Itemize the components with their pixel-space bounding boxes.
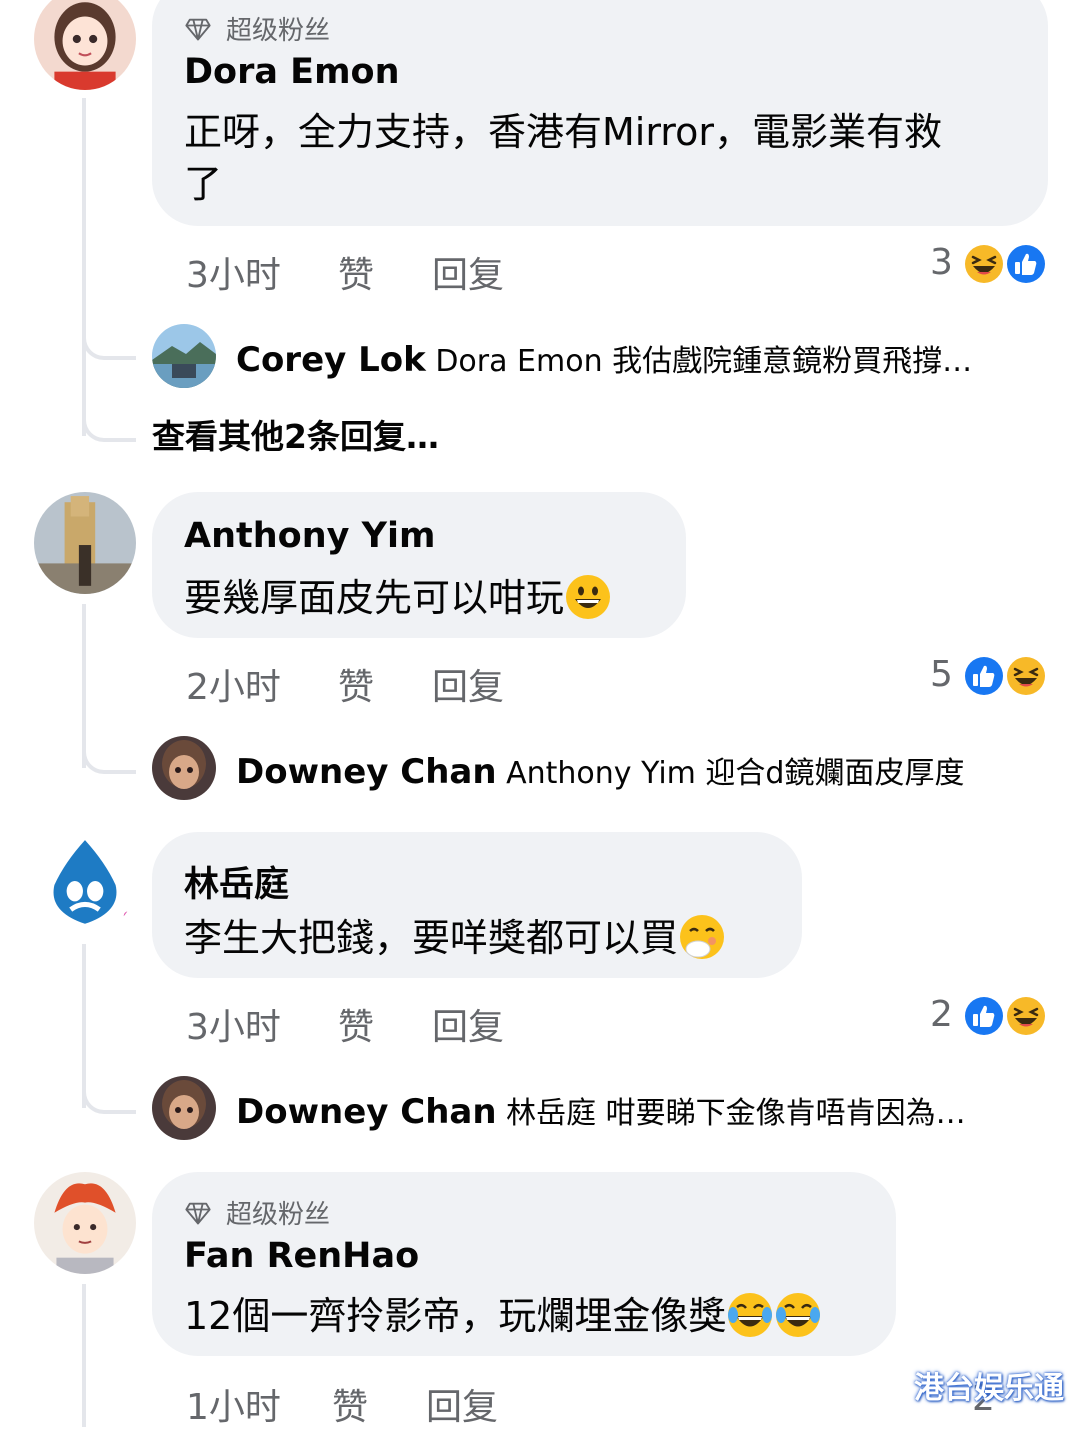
laugh-icon[interactable] xyxy=(1004,994,1048,1038)
comment-time: 3小时 xyxy=(186,1007,281,1048)
diamond-icon xyxy=(185,18,211,40)
badge-label: 超级粉丝 xyxy=(226,16,331,46)
diamond-icon xyxy=(185,1202,211,1224)
avatar-corey-lok[interactable] xyxy=(152,324,216,388)
comment-text: 李生大把錢，要咩獎都可以買 xyxy=(184,912,726,964)
view-more-replies-link[interactable]: 查看其他2条回复… xyxy=(152,410,439,458)
like-icon[interactable] xyxy=(962,994,1006,1038)
laugh-icon[interactable] xyxy=(962,242,1006,286)
hand-over-mouth-emoji xyxy=(680,915,725,959)
comment-author[interactable]: 林岳庭 xyxy=(184,856,289,907)
avatar-downey-chan[interactable] xyxy=(152,736,216,800)
reply-connector xyxy=(82,300,136,360)
comment-text-body: 李生大把錢，要咩獎都可以買 xyxy=(184,916,679,960)
comment-text-body: 12個一齊拎影帝，玩爛埋金像獎 xyxy=(184,1294,727,1338)
like-icon[interactable] xyxy=(1004,242,1048,286)
reply-button[interactable]: 回复 xyxy=(432,658,504,710)
comment-text-line: 正呀，全力支持，香港有Mirror，電影業有救 xyxy=(184,110,942,154)
super-fan-badge: 超级粉丝 xyxy=(184,10,330,47)
avatar-lin-yueting[interactable] xyxy=(34,832,136,934)
like-button[interactable]: 赞 xyxy=(338,998,374,1050)
comment-author[interactable]: Anthony Yim xyxy=(184,516,435,556)
reply-connector xyxy=(82,1056,136,1114)
thread-line xyxy=(82,1284,86,1427)
reply-connector xyxy=(82,716,136,774)
reply-item[interactable]: Downey Chan Anthony Yim 迎合d鏡孄面皮厚度 xyxy=(236,748,1036,792)
avatar-anthony-yim[interactable] xyxy=(34,492,136,594)
reply-author[interactable]: Corey Lok xyxy=(236,340,426,380)
badge-label: 超级粉丝 xyxy=(226,1200,331,1230)
comment-text: 正呀，全力支持，香港有Mirror，電影業有救 了 xyxy=(184,106,942,210)
avatar-fan-renhao[interactable] xyxy=(34,1172,136,1274)
laugh-icon[interactable] xyxy=(1004,654,1048,698)
comment-time: 2小时 xyxy=(186,667,281,708)
reply-text: Anthony Yim 迎合d鏡孄面皮厚度 xyxy=(506,756,965,791)
like-button[interactable]: 赞 xyxy=(338,246,374,298)
comment-text-body: 要幾厚面皮先可以咁玩 xyxy=(184,576,565,620)
watermark: 港台娱乐通 xyxy=(914,1371,1064,1406)
comment-text: 要幾厚面皮先可以咁玩 xyxy=(184,572,612,624)
like-icon[interactable] xyxy=(962,654,1006,698)
comment-text-line: 了 xyxy=(184,162,223,206)
tears-of-joy-emoji xyxy=(776,1293,821,1337)
avatar-downey-chan[interactable] xyxy=(152,1076,216,1140)
reaction-count[interactable]: 5 xyxy=(930,654,953,695)
avatar-dora-emon[interactable] xyxy=(34,0,136,90)
comment-time: 1小时 xyxy=(186,1387,281,1428)
comment-text: 12個一齊拎影帝，玩爛埋金像獎 xyxy=(184,1290,822,1342)
reply-author[interactable]: Downey Chan xyxy=(236,1092,497,1132)
reaction-count[interactable]: 3 xyxy=(930,242,953,283)
like-button[interactable]: 赞 xyxy=(332,1378,368,1430)
reply-button[interactable]: 回复 xyxy=(432,998,504,1050)
comment-author[interactable]: Fan RenHao xyxy=(184,1236,419,1276)
reaction-count[interactable]: 2 xyxy=(930,994,953,1035)
comment-time: 3小时 xyxy=(186,255,281,296)
reply-item[interactable]: Corey Lok Dora Emon 我估戲院鍾意鏡粉買飛撐… xyxy=(236,336,1036,380)
tears-of-joy-emoji xyxy=(728,1293,773,1337)
like-button[interactable]: 赞 xyxy=(338,658,374,710)
reply-text: 林岳庭 咁要睇下金像肯唔肯因為… xyxy=(506,1096,966,1131)
reply-item[interactable]: Downey Chan 林岳庭 咁要睇下金像肯唔肯因為… xyxy=(236,1088,1036,1132)
grinning-emoji xyxy=(566,575,611,619)
comment-author[interactable]: Dora Emon xyxy=(184,52,400,92)
reply-text: Dora Emon 我估戲院鍾意鏡粉買飛撐… xyxy=(435,344,973,379)
reply-button[interactable]: 回复 xyxy=(426,1378,498,1430)
reply-author[interactable]: Downey Chan xyxy=(236,752,497,792)
reply-connector xyxy=(82,374,136,442)
reply-button[interactable]: 回复 xyxy=(432,246,504,298)
super-fan-badge: 超级粉丝 xyxy=(184,1194,330,1231)
